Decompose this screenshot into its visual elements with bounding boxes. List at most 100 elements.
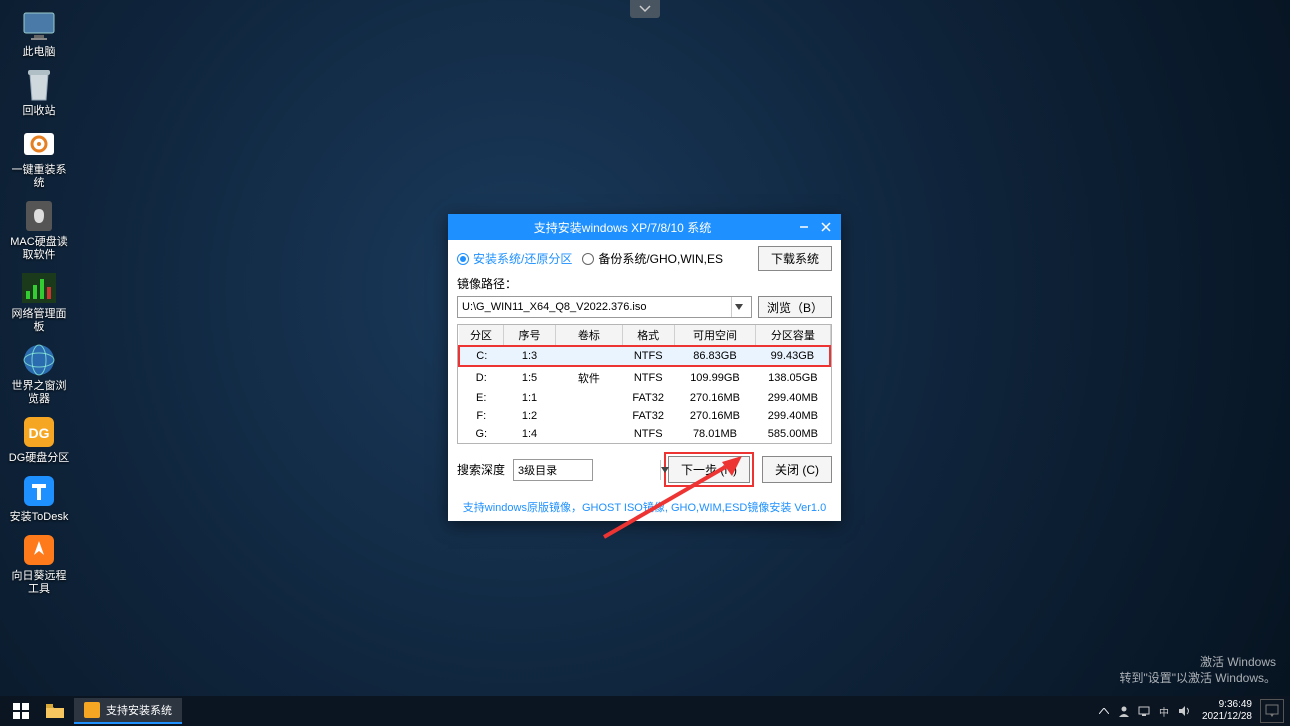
depth-label: 搜索深度 (457, 461, 505, 478)
partition-table: 分区 序号 卷标 格式 可用空间 分区容量 C:1:3 NTFS86.83GB99… (457, 324, 832, 444)
mac-read-icon-glyph (21, 198, 57, 234)
partition-row-E[interactable]: E:1:1FAT32270.16MB299.40MB (459, 389, 830, 407)
cell: F: (459, 407, 504, 425)
task-app-icon (84, 702, 100, 718)
reinstall-icon-glyph (21, 126, 57, 162)
cell: D: (459, 366, 504, 389)
partition-row-F[interactable]: F:1:2FAT32270.16MB299.40MB (459, 407, 830, 425)
col-free: 可用空间 (674, 325, 756, 346)
windows-logo-icon (13, 703, 29, 719)
depth-arrow-icon[interactable] (660, 460, 669, 480)
close-x-button[interactable] (817, 218, 835, 236)
dialog-title: 支持安装windows XP/7/8/10 系统 (454, 219, 791, 236)
cell: 1:2 (504, 407, 556, 425)
mac-read-icon[interactable]: MAC硬盘读取软件 (8, 198, 70, 262)
cell: 270.16MB (674, 407, 756, 425)
desktop-label: 回收站 (8, 105, 70, 118)
notification-center[interactable] (1260, 699, 1284, 723)
radio-backup[interactable]: 备份系统/GHO,WIN,ES (582, 250, 723, 267)
cell: FAT32 (622, 407, 674, 425)
partition-row-D[interactable]: D:1:5软件NTFS109.99GB138.05GB (459, 366, 830, 389)
partition-tbody: C:1:3 NTFS86.83GB99.43GBD:1:5软件NTFS109.99… (459, 346, 830, 443)
cell: C: (459, 346, 504, 366)
desktop-label: DG硬盘分区 (8, 452, 70, 465)
dg-partition-icon[interactable]: DG DG硬盘分区 (8, 414, 70, 465)
titlebar[interactable]: 支持安装windows XP/7/8/10 系统 (448, 214, 841, 240)
tray-people-icon[interactable] (1116, 703, 1132, 719)
todesk-icon[interactable]: 安装ToDesk (8, 473, 70, 524)
cell: 1:4 (504, 425, 556, 443)
iso-path-combo[interactable] (457, 296, 752, 318)
chevron-down-icon (639, 5, 651, 13)
radio-install-restore[interactable]: 安装系统/还原分区 (457, 250, 572, 267)
cell (555, 425, 622, 443)
netpanel-icon[interactable]: 网络管理面板 (8, 270, 70, 334)
tray-volume-icon[interactable] (1176, 703, 1192, 719)
top-center-tab[interactable] (630, 0, 660, 18)
sunflower-icon[interactable]: 向日葵远程工具 (8, 532, 70, 596)
cell: 299.40MB (756, 389, 830, 407)
recycle-icon[interactable]: 回收站 (8, 67, 70, 118)
clock-time: 9:36:49 (1202, 699, 1252, 711)
iso-path-input[interactable] (462, 301, 731, 313)
col-partition: 分区 (459, 325, 504, 346)
taskbar-clock[interactable]: 9:36:49 2021/12/28 (1202, 699, 1252, 723)
svg-text:DG: DG (29, 425, 50, 441)
cell: 86.83GB (674, 346, 756, 366)
cell: 1:1 (504, 389, 556, 407)
cell (555, 407, 622, 425)
desktop-label: 此电脑 (8, 46, 70, 59)
task-label: 支持安装系统 (106, 702, 172, 718)
cell: 99.43GB (756, 346, 830, 366)
cell: 1:3 (504, 346, 556, 366)
computer-icon-glyph (21, 8, 57, 44)
cell: 109.99GB (674, 366, 756, 389)
activation-watermark: 激活 Windows 转到"设置"以激活 Windows。 (1119, 654, 1276, 686)
desktop-label: 一键重装系统 (8, 164, 70, 190)
table-header-row: 分区 序号 卷标 格式 可用空间 分区容量 (459, 325, 830, 346)
tray-ime-icon[interactable]: 中 (1156, 703, 1172, 719)
cell: 270.16MB (674, 389, 756, 407)
partition-row-G[interactable]: G:1:4NTFS78.01MB585.00MB (459, 425, 830, 443)
file-explorer-button[interactable] (38, 698, 72, 724)
start-button[interactable] (4, 698, 38, 724)
tray-chevron-up[interactable] (1096, 703, 1112, 719)
depth-input[interactable] (518, 464, 660, 476)
taskbar: 支持安装系统 中 9:36:49 2021/12/28 (0, 696, 1290, 726)
col-index: 序号 (504, 325, 556, 346)
sunflower-icon-glyph (21, 532, 57, 568)
world-browser-icon[interactable]: 世界之窗浏览器 (8, 342, 70, 406)
next-button[interactable]: 下一步 (N) (668, 456, 750, 483)
radio-backup-label: 备份系统/GHO,WIN,ES (598, 250, 723, 267)
tray-network-icon[interactable] (1136, 703, 1152, 719)
next-highlight: 下一步 (N) (664, 452, 754, 487)
install-dialog: 支持安装windows XP/7/8/10 系统 安装系统/还原分区 备份系统/… (448, 214, 841, 521)
taskbar-task-installer[interactable]: 支持安装系统 (74, 698, 182, 724)
cell: 78.01MB (674, 425, 756, 443)
browse-button[interactable]: 浏览（B） (758, 296, 832, 318)
folder-icon (46, 704, 64, 718)
cell (555, 389, 622, 407)
partition-row-C[interactable]: C:1:3 NTFS86.83GB99.43GB (459, 346, 830, 366)
cell: NTFS (622, 366, 674, 389)
close-button[interactable]: 关闭 (C) (762, 456, 832, 483)
computer-icon[interactable]: 此电脑 (8, 8, 70, 59)
cell: 138.05GB (756, 366, 830, 389)
download-system-button[interactable]: 下载系统 (758, 246, 832, 271)
dialog-footer-text: 支持windows原版镜像，GHOST ISO镜像, GHO,WIM,ESD镜像… (448, 499, 841, 521)
depth-combo[interactable] (513, 459, 593, 481)
cell: NTFS (622, 346, 674, 366)
combo-arrow-icon[interactable] (731, 297, 747, 317)
col-format: 格式 (622, 325, 674, 346)
desktop: 此电脑回收站一键重装系统 MAC硬盘读取软件网络管理面板世界之窗浏览器 DG DG硬盘… (8, 8, 78, 604)
watermark-line2: 转到"设置"以激活 Windows。 (1119, 670, 1276, 686)
cell: 1:5 (504, 366, 556, 389)
minimize-button[interactable] (795, 218, 813, 236)
recycle-icon-glyph (21, 67, 57, 103)
cell: 585.00MB (756, 425, 830, 443)
notification-icon (1265, 704, 1279, 718)
desktop-label: MAC硬盘读取软件 (8, 236, 70, 262)
todesk-icon-glyph (21, 473, 57, 509)
desktop-label: 安装ToDesk (8, 511, 70, 524)
reinstall-icon[interactable]: 一键重装系统 (8, 126, 70, 190)
